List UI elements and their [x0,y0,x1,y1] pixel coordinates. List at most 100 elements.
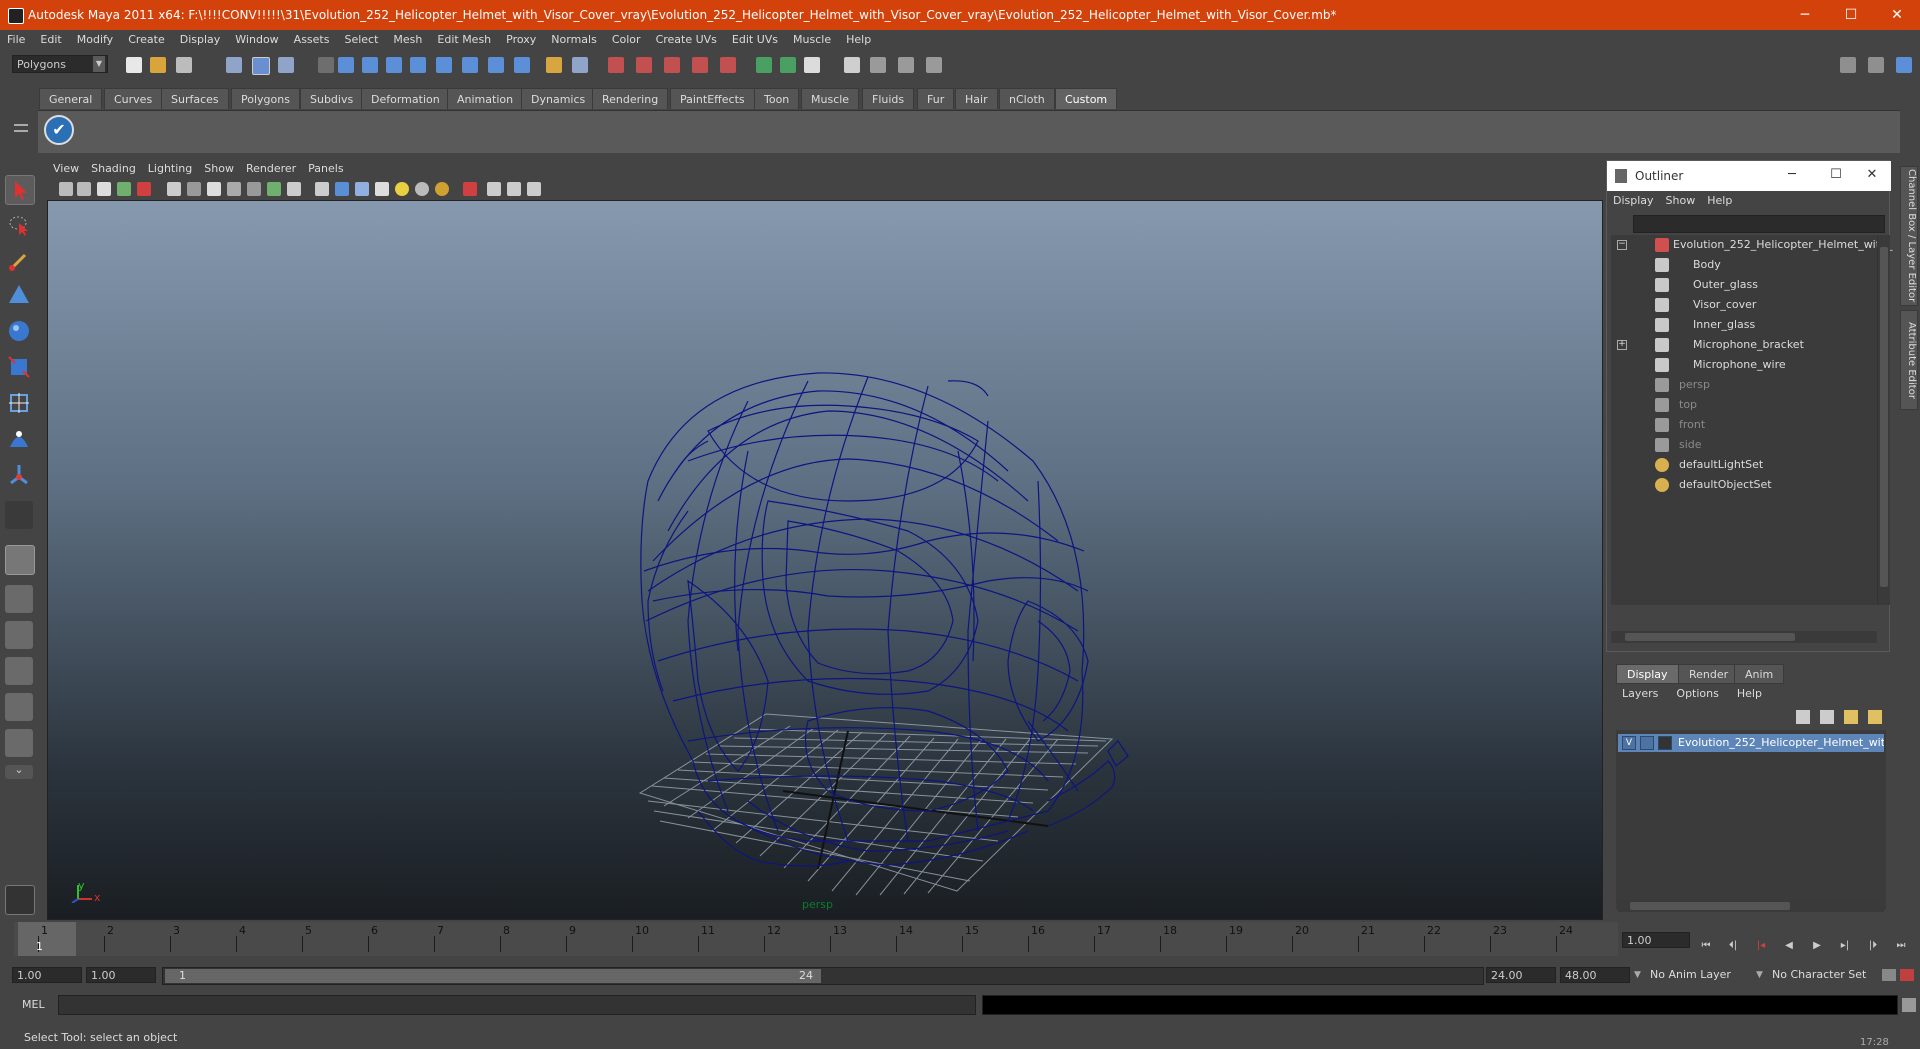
play-forwards-icon[interactable]: ▶ [1808,939,1826,953]
minimize-button[interactable]: ─ [1782,0,1828,30]
show-channel-box-icon[interactable] [1896,57,1912,73]
help-line-icon[interactable] [514,57,530,73]
outliner-menu-help[interactable]: Help [1701,191,1738,211]
anim-preferences-icon[interactable] [1900,969,1914,981]
tab-curves[interactable]: Curves [104,88,163,109]
wireframe-icon[interactable] [315,182,329,196]
render-current-icon[interactable] [780,57,796,73]
render-globals-icon[interactable] [926,57,942,73]
view-share-icon[interactable] [527,182,541,196]
snap-live-icon[interactable] [436,57,452,73]
menu-edit[interactable]: Edit [33,30,69,50]
step-forward-key-icon[interactable]: ▸| [1836,939,1854,953]
step-forward-frame-icon[interactable]: |⏵ [1864,939,1882,953]
expand-icon[interactable]: + [1617,340,1627,350]
two-d-pan-icon[interactable] [137,182,151,196]
four-view-icon[interactable] [507,182,521,196]
range-slider-handle[interactable]: 1 24 [165,969,821,983]
layer-menu-layers[interactable]: Layers [1612,684,1666,704]
menu-window[interactable]: Window [228,30,286,50]
magnet-live-icon[interactable] [720,57,736,73]
menu-help[interactable]: Help [839,30,879,50]
camera-select-icon[interactable] [59,182,73,196]
custom-shelf-button[interactable]: ✔ [44,115,74,145]
gate-mask-icon[interactable] [227,182,241,196]
select-component-icon[interactable] [278,57,294,73]
rotate-tool-icon[interactable] [5,317,33,345]
manipulator-tool-icon[interactable] [5,389,33,417]
outliner-item-root-group[interactable]: − Evolution_252_Helicopter_Helmet_with_ [1611,235,1893,255]
perspective-viewport[interactable]: y x persp [47,200,1603,920]
move-layer-up-icon[interactable] [1796,710,1810,724]
attribute-editor-tab[interactable]: Attribute Editor [1900,310,1918,410]
four-view-layout-icon[interactable] [5,585,33,613]
tab-animation[interactable]: Animation [447,88,524,109]
command-input[interactable] [58,995,976,1015]
menu-color[interactable]: Color [605,30,649,50]
time-slider[interactable]: 1 2 3 4 5 6 7 8 9 10 11 12 13 14 15 16 17 18 19 20 21 22 23 24 … [14,922,1618,956]
menu-mesh[interactable]: Mesh [386,30,430,50]
select-tool-icon[interactable] [5,175,35,205]
new-layer-icon[interactable] [1844,710,1858,724]
go-to-end-icon[interactable]: ⏭ [1892,939,1910,953]
range-slider-track[interactable]: 1 24 [162,967,1484,985]
lock-icon[interactable] [546,57,562,73]
ipr-render-icon[interactable] [804,57,820,73]
script-editor-icon[interactable] [1902,998,1916,1012]
vp-menu-renderer[interactable]: Renderer [240,160,302,178]
grid-icon[interactable] [167,182,181,196]
image-plane-icon[interactable] [117,182,131,196]
layer-visibility-toggle[interactable]: V [1622,736,1636,750]
outliner-graph-layout-icon[interactable] [5,693,33,721]
menu-normals[interactable]: Normals [544,30,605,50]
outliner-item-front[interactable]: front [1611,415,1877,435]
playback-start-field[interactable]: 1.00 [86,967,156,983]
scroll-thumb[interactable] [1880,247,1888,587]
render-view-icon[interactable] [898,57,914,73]
vp-menu-shading[interactable]: Shading [85,160,142,178]
tab-ncloth[interactable]: nCloth [999,88,1055,109]
safe-title-icon[interactable] [287,182,301,196]
vp-menu-panels[interactable]: Panels [302,160,349,178]
paint-select-tool-icon[interactable] [5,247,33,275]
menu-muscle[interactable]: Muscle [786,30,839,50]
smooth-shade-icon[interactable] [335,182,349,196]
outliner-item-outer-glass[interactable]: Outer_glass [1611,275,1877,295]
menu-file[interactable]: File [0,30,33,50]
snap-grid-icon[interactable] [338,57,354,73]
more-layouts-icon[interactable]: ⌄ [5,764,33,779]
outliner-horizontal-scrollbar[interactable] [1611,631,1877,643]
all-lights-icon[interactable] [415,182,429,196]
layer-row[interactable]: V Evolution_252_Helicopter_Helmet_with_V… [1618,734,1884,752]
animation-start-field[interactable]: 1.00 [12,967,82,983]
outliner-vertical-scrollbar[interactable] [1877,235,1890,605]
wireframe-on-shaded-icon[interactable] [355,182,369,196]
tab-dynamics[interactable]: Dynamics [521,88,596,109]
history-icon[interactable] [462,57,478,73]
layer-tab-render[interactable]: Render [1678,664,1740,684]
chevron-down-icon[interactable]: ▼ [1634,967,1648,983]
resolution-gate-icon[interactable] [207,182,221,196]
outliner-item-side[interactable]: side [1611,435,1877,455]
snap-view-plane-icon[interactable] [410,57,426,73]
select-by-icon[interactable] [572,57,588,73]
magnet-grid-icon[interactable] [608,57,624,73]
input-output-icon[interactable] [488,57,504,73]
outliner-item-microphone-wire[interactable]: Microphone_wire [1611,355,1877,375]
lasso-tool-icon[interactable] [5,211,33,239]
vp-menu-show[interactable]: Show [198,160,240,178]
tab-surfaces[interactable]: Surfaces [161,88,229,109]
bookmark-icon[interactable] [97,182,111,196]
menu-modify[interactable]: Modify [70,30,121,50]
magnet-plane-icon[interactable] [692,57,708,73]
menu-create-uvs[interactable]: Create UVs [649,30,725,50]
tab-fur[interactable]: Fur [917,88,955,109]
scroll-thumb[interactable] [1630,902,1790,910]
tab-custom[interactable]: Custom [1055,88,1118,109]
move-tool-icon[interactable] [5,281,33,309]
render-settings-icon[interactable] [844,57,860,73]
tab-subdivs[interactable]: Subdivs [300,88,364,109]
safe-action-icon[interactable] [267,182,281,196]
step-back-frame-icon[interactable]: ⏴| [1724,939,1742,953]
scroll-thumb[interactable] [1625,633,1795,641]
